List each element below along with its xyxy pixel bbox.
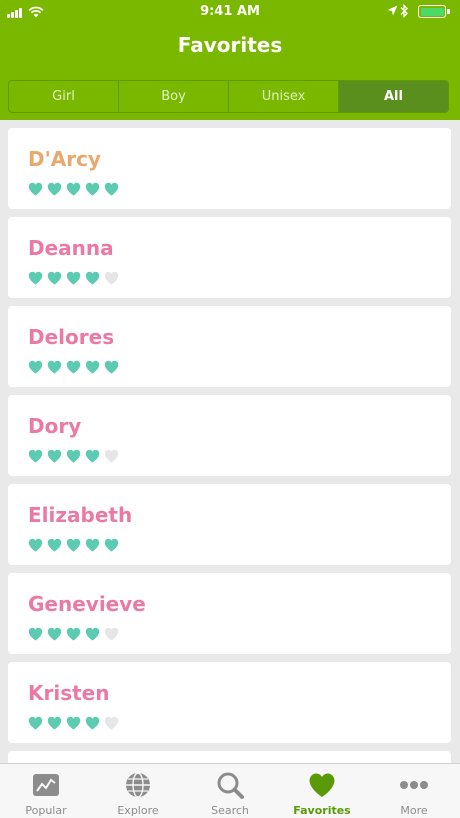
heart-filled-icon xyxy=(66,360,81,374)
favorite-card[interactable]: Dory xyxy=(8,395,451,476)
rating-hearts xyxy=(28,627,119,641)
segment-girl[interactable]: Girl xyxy=(9,81,119,112)
heart-filled-icon xyxy=(104,360,119,374)
favorites-list[interactable]: D'Arcy Deanna Delores Dory Elizabeth Geneviev… xyxy=(0,120,460,763)
tab-search[interactable]: Search xyxy=(184,764,276,818)
segment-unisex[interactable]: Unisex xyxy=(229,81,339,112)
heart-filled-icon xyxy=(85,449,100,463)
favorite-card[interactable]: Delores xyxy=(8,306,451,387)
heart-filled-icon xyxy=(66,538,81,552)
tab-label: Search xyxy=(211,804,249,817)
heart-filled-icon xyxy=(85,360,100,374)
heart-filled-icon xyxy=(47,627,62,641)
page-title: Favorites xyxy=(177,33,283,57)
heart-filled-icon xyxy=(47,271,62,285)
globe-icon xyxy=(123,771,153,799)
location-icon xyxy=(387,5,398,16)
heart-empty-icon xyxy=(104,449,119,463)
heart-filled-icon xyxy=(47,538,62,552)
heart-filled-icon xyxy=(28,360,43,374)
tab-label: Explore xyxy=(117,804,159,817)
heart-filled-icon xyxy=(66,449,81,463)
heart-filled-icon xyxy=(47,360,62,374)
favorite-card[interactable]: Elizabeth xyxy=(8,484,451,565)
favorite-name: Elizabeth xyxy=(28,503,133,527)
heart-filled-icon xyxy=(66,182,81,196)
heart-filled-icon xyxy=(28,449,43,463)
heart-filled-icon xyxy=(104,538,119,552)
heart-filled-icon xyxy=(47,716,62,730)
tab-popular[interactable]: Popular xyxy=(0,764,92,818)
heart-filled-icon xyxy=(47,182,62,196)
gender-segmented-control: Girl Boy Unisex All xyxy=(8,80,449,113)
heart-filled-icon xyxy=(28,271,43,285)
heart-filled-icon xyxy=(104,182,119,196)
heart-filled-icon xyxy=(85,716,100,730)
status-bar: 9:41 AM xyxy=(0,0,460,24)
favorite-name: D'Arcy xyxy=(28,147,101,171)
favorite-name: Deanna xyxy=(28,236,114,260)
segment-all[interactable]: All xyxy=(339,81,448,112)
tab-explore[interactable]: Explore xyxy=(92,764,184,818)
heart-icon xyxy=(307,771,337,799)
tab-bar: Popular Explore Search Favorites More xyxy=(0,763,460,818)
heart-filled-icon xyxy=(28,627,43,641)
rating-hearts xyxy=(28,449,119,463)
favorite-card[interactable]: D'Arcy xyxy=(8,128,451,209)
rating-hearts xyxy=(28,271,119,285)
segment-boy[interactable]: Boy xyxy=(119,81,229,112)
heart-filled-icon xyxy=(28,538,43,552)
heart-filled-icon xyxy=(85,271,100,285)
heart-empty-icon xyxy=(104,627,119,641)
rating-hearts xyxy=(28,716,119,730)
tab-more[interactable]: More xyxy=(368,764,460,818)
bluetooth-icon xyxy=(400,4,408,18)
tab-label: More xyxy=(400,804,428,817)
heart-filled-icon xyxy=(28,182,43,196)
heart-filled-icon xyxy=(85,182,100,196)
rating-hearts xyxy=(28,360,119,374)
more-icon xyxy=(399,771,429,799)
heart-filled-icon xyxy=(66,627,81,641)
favorite-name: Delores xyxy=(28,325,115,349)
tab-favorites[interactable]: Favorites xyxy=(276,764,368,818)
navigation-header: 9:41 AM Favorites Girl Boy Unisex All xyxy=(0,0,460,120)
heart-empty-icon xyxy=(104,716,119,730)
favorite-card[interactable] xyxy=(8,751,451,763)
heart-filled-icon xyxy=(66,716,81,730)
tab-label: Favorites xyxy=(293,804,351,817)
favorite-name: Kristen xyxy=(28,681,110,705)
heart-filled-icon xyxy=(47,449,62,463)
chart-icon xyxy=(31,771,61,799)
heart-empty-icon xyxy=(104,271,119,285)
favorite-name: Genevieve xyxy=(28,592,146,616)
favorite-name: Dory xyxy=(28,414,82,438)
tab-label: Popular xyxy=(25,804,67,817)
rating-hearts xyxy=(28,182,119,196)
heart-filled-icon xyxy=(85,627,100,641)
favorite-card[interactable]: Genevieve xyxy=(8,573,451,654)
favorite-card[interactable]: Deanna xyxy=(8,217,451,298)
battery-icon xyxy=(418,5,446,18)
rating-hearts xyxy=(28,538,119,552)
heart-filled-icon xyxy=(85,538,100,552)
favorite-card[interactable]: Kristen xyxy=(8,662,451,743)
search-icon xyxy=(215,771,245,799)
heart-filled-icon xyxy=(28,716,43,730)
heart-filled-icon xyxy=(66,271,81,285)
